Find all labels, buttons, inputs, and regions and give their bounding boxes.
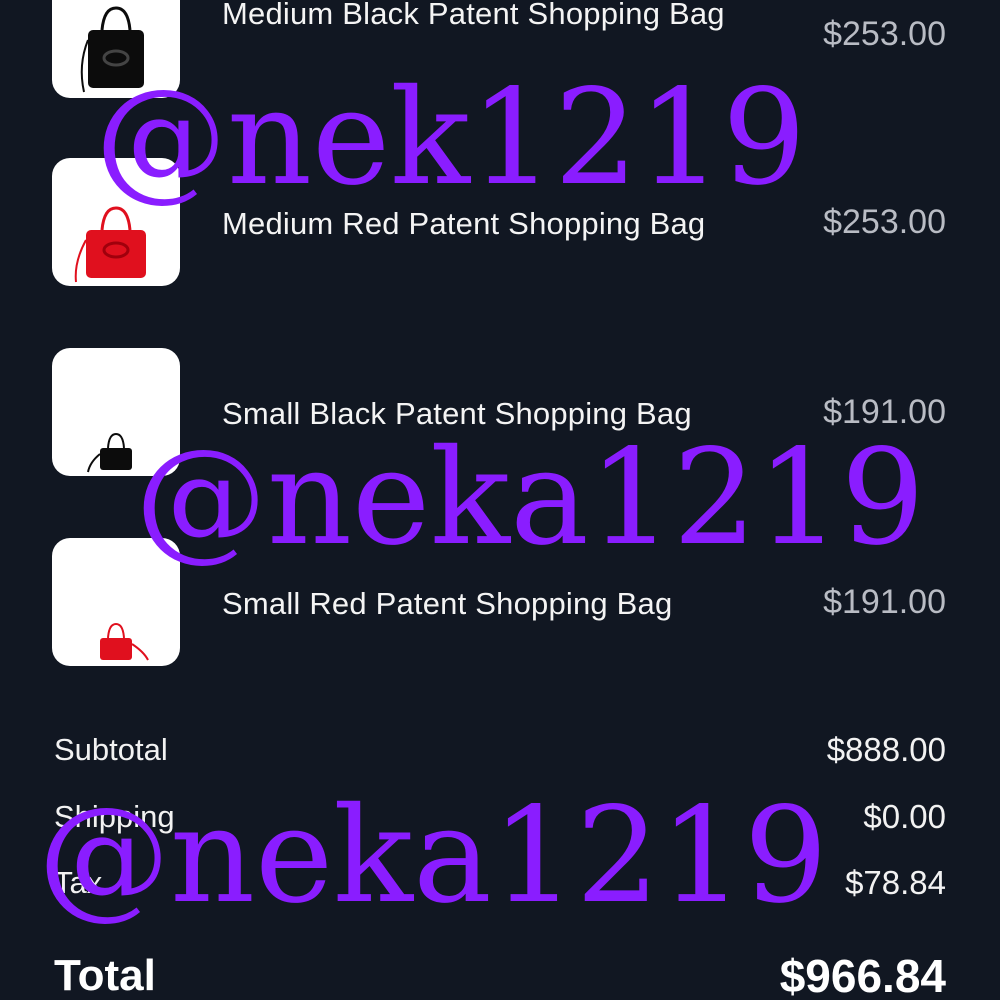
- item-price: $253.00: [823, 15, 946, 53]
- item-name: Medium Red Patent Shopping Bag: [222, 206, 706, 241]
- tax-label: Tax: [54, 865, 103, 900]
- item-price: $191.00: [823, 393, 946, 431]
- checkout-summary-screen: Medium Black Patent Shopping Bag $253.00…: [0, 0, 1000, 1000]
- item-name: Small Black Patent Shopping Bag: [222, 396, 692, 431]
- product-image-red-small-bag: [52, 538, 180, 666]
- shipping-value: $0.00: [863, 798, 946, 835]
- total-value: $966.84: [779, 950, 946, 1000]
- item-name: Medium Black Patent Shopping Bag: [222, 0, 725, 31]
- black-bag-icon: [87, 432, 132, 473]
- red-bag-icon: [100, 622, 149, 661]
- total-row: Total $966.84: [54, 946, 946, 1000]
- item-price: $253.00: [823, 203, 946, 241]
- subtotal-value: $888.00: [826, 731, 946, 768]
- red-bag-icon: [74, 206, 146, 283]
- product-image-red-medium-bag: [52, 158, 180, 286]
- subtotal-row: Subtotal $888.00: [54, 728, 946, 772]
- total-label: Total: [54, 951, 156, 1000]
- tax-value: $78.84: [845, 864, 946, 901]
- watermark-text: @nek1219: [95, 61, 807, 215]
- item-name: Small Red Patent Shopping Bag: [222, 586, 673, 621]
- black-bag-icon: [80, 6, 144, 93]
- tax-row: Tax $78.84: [54, 861, 946, 905]
- shipping-row: Shipping $0.00: [54, 795, 946, 839]
- item-price: $191.00: [823, 583, 946, 621]
- watermark-text: @neka1219: [135, 421, 925, 575]
- subtotal-label: Subtotal: [54, 732, 168, 767]
- product-image-black-small-bag: [52, 348, 180, 476]
- shipping-label: Shipping: [54, 799, 175, 834]
- product-image-black-medium-bag: [52, 0, 180, 98]
